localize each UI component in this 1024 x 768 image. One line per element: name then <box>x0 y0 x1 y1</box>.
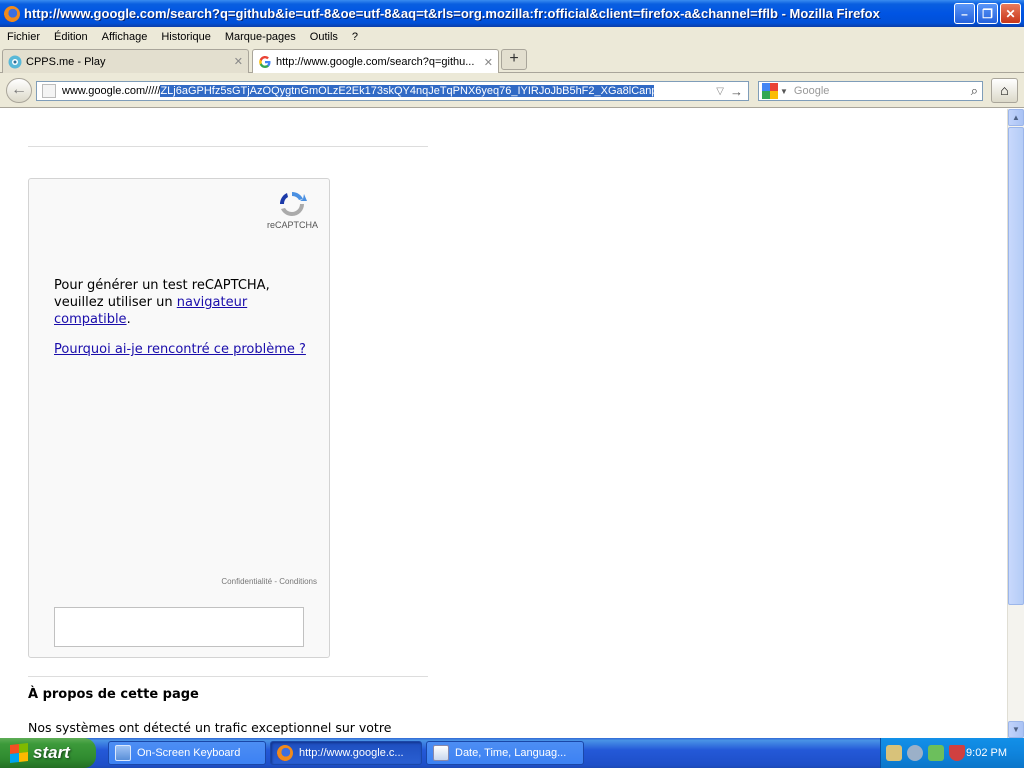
minimize-button[interactable]: – <box>954 3 975 24</box>
firefox-icon <box>277 745 293 761</box>
control-panel-icon <box>433 745 449 761</box>
page-content: reCAPTCHA Pour générer un test reCAPTCHA… <box>0 109 1006 738</box>
search-icon[interactable]: ⌕ <box>971 83 978 99</box>
tab-label: CPPS.me - Play <box>26 55 106 68</box>
taskbar: start On-Screen Keyboard http://www.goog… <box>0 738 1024 768</box>
why-problem-link[interactable]: Pourquoi ai-je rencontré ce problème ? <box>54 342 306 357</box>
task-label: http://www.google.c... <box>299 747 404 759</box>
recaptcha-response-field[interactable] <box>54 607 304 647</box>
menu-bar: Fichier Édition Affichage Historique Mar… <box>0 27 1024 47</box>
close-button[interactable]: ✕ <box>1000 3 1021 24</box>
menu-tools[interactable]: Outils <box>303 31 345 43</box>
go-arrow-icon[interactable]: → <box>730 84 743 99</box>
start-label: start <box>33 743 70 762</box>
recaptcha-widget: reCAPTCHA Pour générer un test reCAPTCHA… <box>28 178 330 658</box>
task-firefox[interactable]: http://www.google.c... <box>270 741 422 765</box>
recaptcha-message: Pour générer un test reCAPTCHA, veuillez… <box>54 277 294 328</box>
vertical-scrollbar[interactable]: ▲ ▼ <box>1007 109 1024 738</box>
message-suffix: . <box>126 312 131 327</box>
menu-edit[interactable]: Édition <box>47 31 95 43</box>
recaptcha-icon <box>279 191 307 217</box>
tab-cpps[interactable]: CPPS.me - Play ✕ <box>2 49 249 73</box>
maximize-button[interactable]: ❐ <box>977 3 998 24</box>
new-tab-button[interactable]: + <box>501 49 527 70</box>
tab-close-icon[interactable]: ✕ <box>484 56 493 69</box>
tray-app-icon[interactable] <box>886 745 902 761</box>
google-favicon-icon <box>259 56 271 68</box>
home-button[interactable]: ⌂ <box>991 78 1018 103</box>
task-on-screen-keyboard[interactable]: On-Screen Keyboard <box>108 741 266 765</box>
about-text: Nos systèmes ont détecté un trafic excep… <box>28 720 392 738</box>
scroll-down-icon[interactable]: ▼ <box>1008 721 1024 738</box>
menu-file[interactable]: Fichier <box>0 31 47 43</box>
system-tray: 9:02 PM <box>880 738 1024 768</box>
scroll-thumb[interactable] <box>1008 127 1024 605</box>
privacy-terms-links[interactable]: Confidentialité - Conditions <box>221 577 317 586</box>
tab-google[interactable]: http://www.google.com/search?q=githu... … <box>252 49 499 74</box>
keyboard-icon <box>115 745 131 761</box>
divider <box>28 146 428 147</box>
url-host: www.google.com///// <box>62 85 161 97</box>
tab-close-icon[interactable]: ✕ <box>234 55 243 68</box>
url-dropdown-icon[interactable]: ▽ <box>716 86 724 97</box>
navigation-bar: ← www.google.com///// ZLj6aGPHfz5sGTjAzO… <box>0 73 1024 108</box>
security-shield-icon[interactable] <box>949 745 965 761</box>
site-identity-icon[interactable] <box>42 84 56 98</box>
menu-view[interactable]: Affichage <box>95 31 155 43</box>
menu-bookmarks[interactable]: Marque-pages <box>218 31 303 43</box>
engine-dropdown-icon[interactable]: ▼ <box>780 87 788 96</box>
tab-label: http://www.google.com/search?q=githu... <box>276 56 475 68</box>
divider <box>28 676 428 677</box>
about-heading: À propos de cette page <box>28 687 199 702</box>
search-placeholder: Google <box>793 85 830 97</box>
start-button[interactable]: start <box>0 738 96 768</box>
url-input[interactable]: www.google.com///// ZLj6aGPHfz5sGTjAzOQy… <box>36 81 749 101</box>
task-label: On-Screen Keyboard <box>137 747 241 759</box>
google-engine-icon[interactable] <box>762 83 778 99</box>
clock[interactable]: 9:02 PM <box>966 747 1007 759</box>
firefox-icon <box>4 5 20 22</box>
recaptcha-logo-text: reCAPTCHA <box>267 220 319 230</box>
speaker-icon[interactable] <box>907 745 923 761</box>
window-title: http://www.google.com/search?q=github&ie… <box>24 6 880 21</box>
recaptcha-logo: reCAPTCHA <box>267 189 319 230</box>
windows-flag-icon <box>10 743 28 763</box>
task-label: Date, Time, Languag... <box>455 747 567 759</box>
task-date-time-language[interactable]: Date, Time, Languag... <box>426 741 584 765</box>
menu-history[interactable]: Historique <box>154 31 218 43</box>
search-input[interactable]: ▼ Google ⌕ <box>758 81 983 101</box>
window-titlebar: http://www.google.com/search?q=github&ie… <box>0 0 1024 27</box>
back-button[interactable]: ← <box>6 78 32 103</box>
scroll-up-icon[interactable]: ▲ <box>1008 109 1024 126</box>
cpps-favicon-icon <box>8 55 22 68</box>
menu-help[interactable]: ? <box>345 31 365 43</box>
network-icon[interactable] <box>928 745 944 761</box>
url-selected-text: ZLj6aGPHfz5sGTjAzOQygtnGmOLzE2Ek173skQY4… <box>160 85 655 97</box>
